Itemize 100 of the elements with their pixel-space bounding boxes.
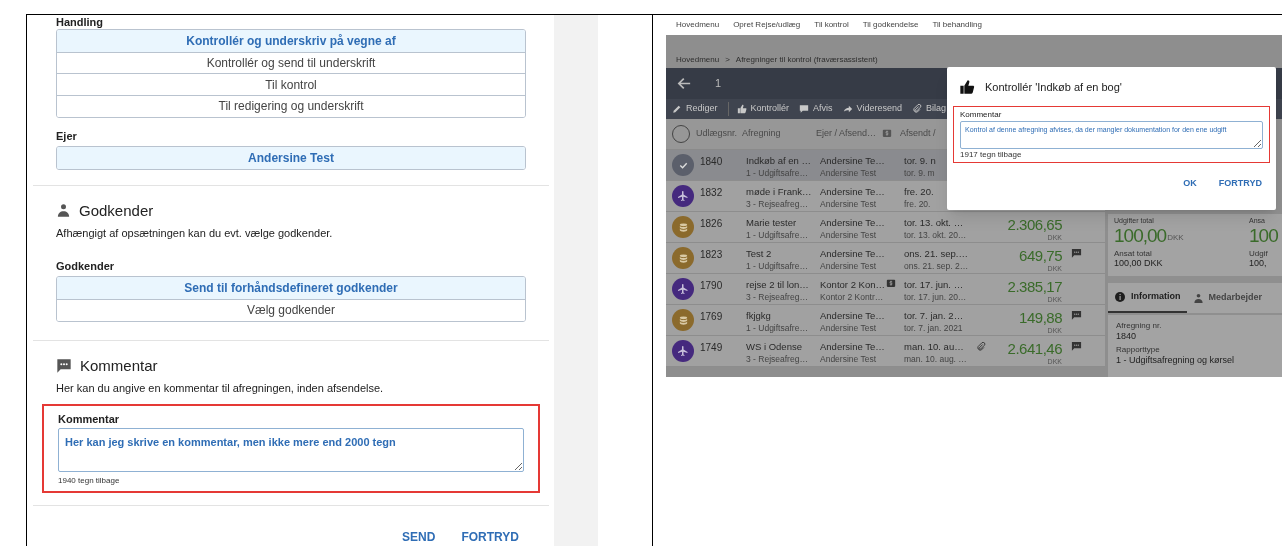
menu-link[interactable]: Hovedmenu [676, 19, 720, 31]
column-header: Ejer / Afsend… [816, 127, 877, 141]
table-cell: ons. 21. sep.… [904, 247, 968, 260]
table-cell: Andersine Test [820, 167, 877, 179]
speech-bubble-icon [799, 104, 810, 114]
summary-label: Ansat total [1114, 249, 1153, 258]
table-cell: Marie tester [746, 216, 797, 229]
action-button[interactable]: FORTRYD [461, 528, 519, 546]
menu-link[interactable]: Til behandling [932, 19, 982, 31]
column-header: Udlægsnr. [696, 127, 738, 141]
table-cell: 3 - Rejseafreg… [746, 291, 808, 303]
table-cell: tor. 9. m [904, 167, 935, 179]
menu-link[interactable]: Til kontrol [814, 19, 849, 31]
currency: DKK [1167, 233, 1184, 242]
table-cell: 3 - Rejseafreg… [746, 198, 808, 210]
field-label: Kommentar [58, 411, 121, 427]
table-cell-text: 1826 [700, 217, 723, 231]
table-cell: Andersine Test [820, 260, 877, 272]
selection-count: 1 [715, 76, 722, 92]
breadcrumb-separator: > [725, 54, 730, 66]
amount: 2.385,17 [1007, 278, 1062, 295]
table-cell: Andersine Test [820, 198, 877, 210]
info-label: Rapporttype [1116, 345, 1161, 354]
dialog-title: Kontrollér 'Indkøb af en bog' [985, 80, 1122, 95]
tab[interactable]: Information [1108, 283, 1187, 313]
coins-icon [677, 314, 689, 326]
toolbar-button[interactable]: Bilag [911, 102, 946, 116]
airplane-icon [677, 345, 689, 357]
table-cell: Andersine Te… [820, 309, 885, 322]
table-cell: Indkøb af en … [746, 154, 811, 167]
table-cell: fre. 20. [904, 185, 934, 198]
info-icon [1114, 291, 1126, 303]
back-arrow-icon [676, 75, 693, 92]
dialog-button[interactable]: FORTRYD [1218, 176, 1262, 190]
table-cell: man. 10. au… [904, 340, 964, 353]
back-button[interactable] [676, 75, 693, 92]
table-cell: WS i Odense [746, 340, 802, 353]
table-cell: Andersine Te… [820, 216, 885, 229]
option-button[interactable]: Andersine Test [57, 147, 525, 169]
section-description: Her kan du angive en kommentar til afregningen, inden afsendelse. [56, 381, 385, 396]
summary-value: 100, [1249, 258, 1268, 269]
table-cell-text: 1832 [700, 186, 723, 200]
option-button[interactable]: Send til forhåndsdefineret godkender [57, 277, 525, 299]
field-label: Kommentar [960, 108, 1003, 121]
info-value: 1840 [1116, 330, 1138, 342]
table-cell: 1 - Udgiftsafre… [746, 322, 808, 334]
table-cell: tor. 9. n [904, 154, 936, 167]
option-button[interactable]: Vælg godkender [57, 298, 525, 321]
table-cell: tor. 17. jun. 20… [904, 291, 967, 303]
amount: 149,88 [1019, 309, 1062, 326]
table-cell: tor. 7. jan. 2021 [904, 322, 963, 334]
table-cell: fkjgkg [746, 309, 771, 322]
table-cell: Andersine Test [820, 353, 877, 365]
table-cell: tor. 13. okt. 20… [904, 229, 967, 241]
table-cell: ons. 21. sep. 2… [904, 260, 969, 272]
toolbar-button[interactable]: Rediger [672, 102, 718, 116]
toolbar-button[interactable]: Kontrollér [727, 102, 790, 116]
row-checkbox[interactable] [672, 154, 694, 176]
table-cell: 1 - Udgiftsafre… [746, 260, 808, 272]
table-cell-text: 1790 [700, 279, 723, 293]
table-cell: Test 2 [746, 247, 772, 260]
tab[interactable]: Medarbejder [1186, 283, 1269, 313]
person-icon [56, 203, 71, 219]
option-button[interactable]: Kontrollér og underskriv på vegne af [57, 30, 525, 52]
table-cell-text: 1840 [700, 155, 723, 169]
airplane-icon [677, 190, 689, 202]
field-label: Handling [56, 16, 105, 29]
menu-link[interactable]: Opret Rejse/udlæg [733, 19, 801, 31]
menu-link[interactable]: Til godkendelse [862, 19, 919, 31]
table-cell: Andersine Te… [820, 154, 885, 167]
pencil-icon [672, 104, 682, 114]
breadcrumb-link[interactable]: Afregninger til kontrol (fraværsassistent) [735, 54, 878, 66]
chat-icon [56, 357, 72, 374]
field-label: Ejer [56, 128, 78, 144]
total-amount: 100,00 [1114, 225, 1167, 246]
table-cell: rejse 2 til lon… [746, 278, 809, 291]
total-amount: 100 [1249, 225, 1278, 246]
person-icon [1192, 292, 1204, 304]
field-label: Godkender [56, 258, 116, 274]
table-cell: man. 10. aug. … [904, 353, 967, 365]
amount: 2.306,65 [1007, 216, 1062, 233]
column-header: Afsendt / [900, 127, 936, 141]
breadcrumb-link[interactable]: Hovedmenu [676, 54, 720, 66]
amount: 2.641,46 [1007, 340, 1062, 357]
option-button[interactable]: Til redigering og underskrift [57, 94, 525, 117]
toolbar-button[interactable]: Videresend [842, 102, 902, 116]
table-cell: 3 - Rejseafreg… [746, 353, 808, 365]
table-cell: fre. 20. [904, 198, 931, 210]
table-cell: Andersine Test [820, 229, 877, 241]
paperclip-icon [911, 104, 922, 114]
table-cell: Kontor 2 Kontr… [820, 291, 884, 303]
table-cell: Andersine Te… [820, 247, 885, 260]
character-counter: 1917 tegn tilbage [960, 149, 1023, 160]
dialog-button[interactable]: OK [1183, 176, 1197, 190]
table-cell: 1 - Udgiftsafre… [746, 229, 808, 241]
comment-field[interactable]: Her kan jeg skrive en kommentar, men ikke mere end 2000 tegn [58, 428, 524, 472]
toolbar-button[interactable]: Afvis [799, 102, 833, 116]
coins-icon [677, 252, 689, 264]
action-button[interactable]: SEND [402, 528, 436, 546]
table-cell: Andersine Te… [820, 185, 885, 198]
